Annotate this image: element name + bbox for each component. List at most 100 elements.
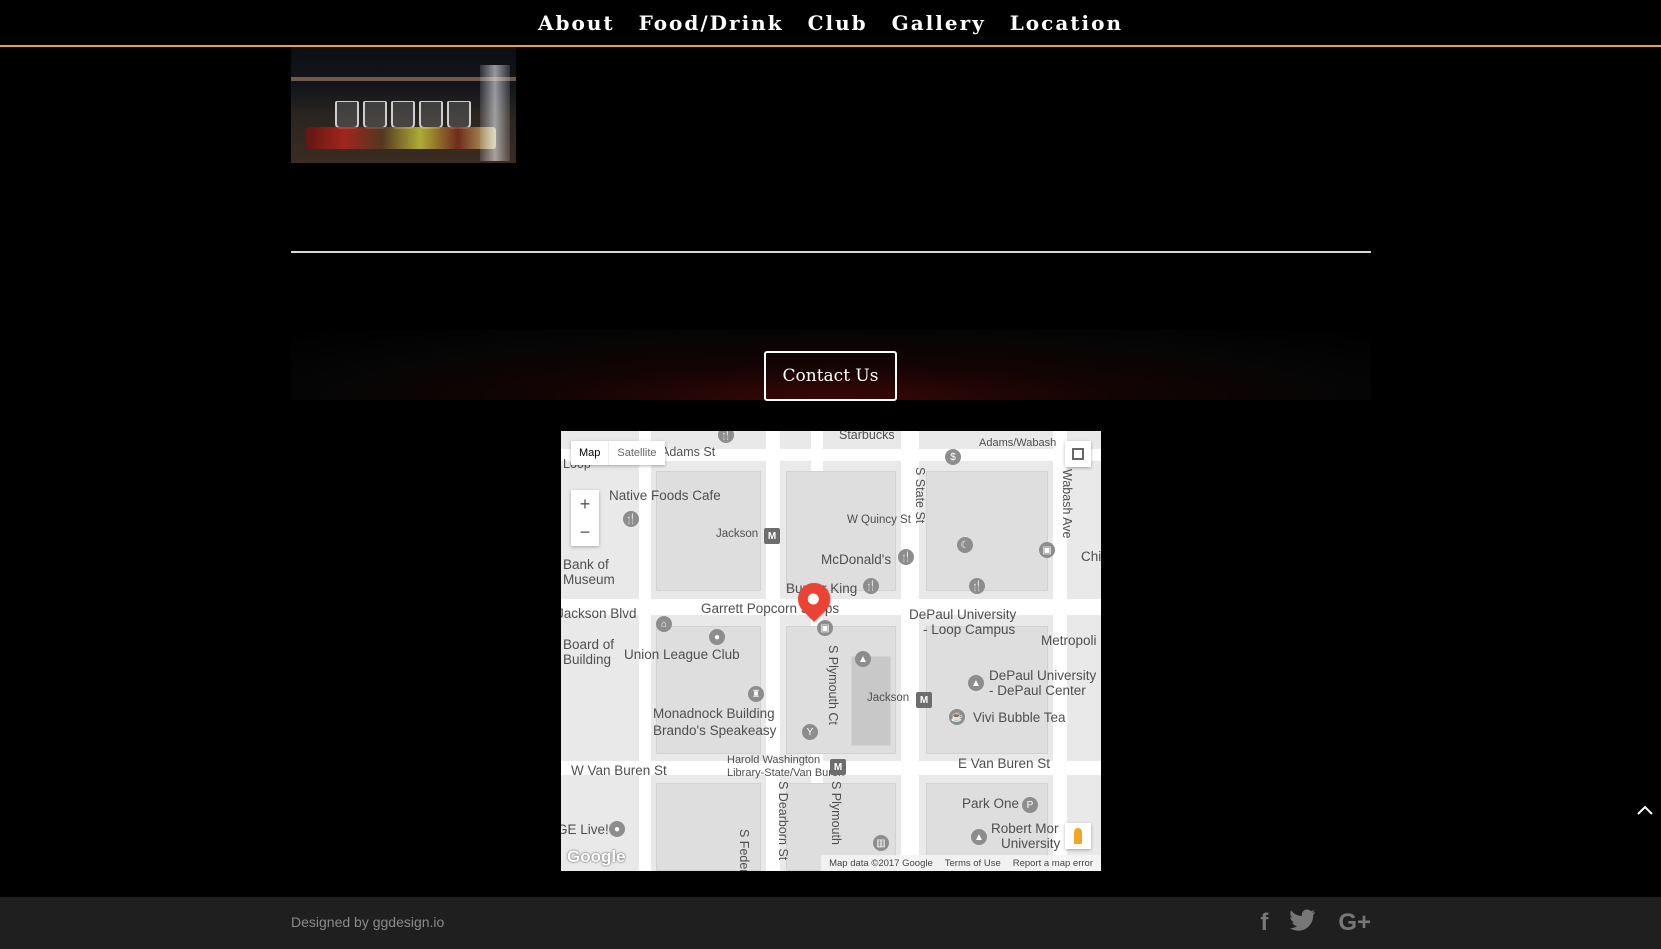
zoom-in-button[interactable]: + — [571, 490, 599, 518]
map-label: Chica — [1081, 549, 1101, 564]
zoom-control: + − — [571, 490, 599, 546]
map-label: Monadnock Building — [653, 706, 775, 721]
designer-link[interactable]: ggdesign.io — [373, 914, 445, 930]
metro-station-icon[interactable]: M — [764, 528, 780, 544]
map-label: Metropoli — [1041, 633, 1097, 648]
google-plus-icon[interactable]: G+ — [1338, 910, 1371, 936]
metro-station-icon[interactable]: M — [830, 759, 846, 775]
map-label: Bank of — [563, 557, 609, 572]
shopping-icon[interactable]: ▣ — [817, 620, 833, 636]
section-divider — [291, 251, 1371, 253]
map-label: E Van Buren St — [958, 756, 1051, 771]
place-icon[interactable]: ☾ — [957, 537, 973, 553]
map-attribution: Map data ©2017 Google Terms of Use Repor… — [821, 855, 1101, 871]
map-label: Museum — [563, 572, 615, 587]
map-label: DePaul University — [909, 607, 1017, 622]
shopping-icon[interactable]: ▣ — [1039, 542, 1055, 558]
scroll-to-top-button[interactable] — [1633, 798, 1657, 822]
map-block — [786, 471, 896, 591]
map-type-control: Map Satellite — [571, 441, 665, 465]
map-label: Native Foods Cafe — [609, 488, 721, 503]
metro-station-icon[interactable]: M — [916, 692, 932, 708]
photo-glass — [419, 101, 443, 129]
map-label: - DePaul Center — [989, 683, 1086, 698]
photo-glass — [447, 101, 471, 129]
map-label: Union League Club — [624, 647, 740, 662]
nav-about[interactable]: About — [538, 11, 615, 35]
parking-icon[interactable]: P — [1022, 797, 1038, 813]
photo-cup-stack — [480, 65, 510, 161]
nav-food-drink[interactable]: Food/Drink — [639, 11, 784, 35]
museum-icon[interactable]: ⌂ — [656, 616, 672, 632]
map-label: S Dearborn St — [776, 781, 790, 861]
school-icon[interactable]: ▲ — [968, 675, 984, 691]
pegman-icon — [1074, 828, 1082, 844]
restaurant-icon[interactable]: 🍴 — [623, 511, 639, 527]
map-type-map-button[interactable]: Map — [571, 441, 608, 465]
map-label: Brando's Speakeasy — [653, 723, 777, 738]
chevron-up-icon — [1637, 805, 1653, 815]
fullscreen-button[interactable] — [1065, 441, 1091, 467]
street-view-pegman[interactable] — [1065, 823, 1091, 849]
top-nav: About Food/Drink Club Gallery Location — [0, 0, 1661, 47]
photo-glass — [363, 101, 387, 129]
terms-of-use-link[interactable]: Terms of Use — [945, 858, 1001, 869]
page-footer: Designed by ggdesign.io f G+ — [0, 897, 1661, 949]
restaurant-icon[interactable]: 🍴 — [718, 431, 734, 443]
twitter-icon[interactable] — [1290, 909, 1316, 937]
photo-drink-tray — [306, 127, 496, 149]
gallery-bar-photo[interactable] — [291, 47, 516, 163]
fullscreen-icon — [1072, 448, 1084, 460]
footer-credit: Designed by ggdesign.io — [291, 914, 444, 930]
map-block — [926, 471, 1048, 591]
map-label: Vivi Bubble Tea — [973, 710, 1066, 725]
map-label: Jackson Blvd — [561, 606, 637, 621]
report-map-error-link[interactable]: Report a map error — [1013, 858, 1093, 869]
map-label: W Quincy St — [847, 514, 911, 526]
map-label: University — [1001, 836, 1061, 851]
map-label: - Loop Campus — [923, 622, 1016, 637]
school-icon[interactable]: ▲ — [971, 829, 987, 845]
map-label: Robert Mor — [991, 821, 1059, 836]
restaurant-icon[interactable]: 🍴 — [969, 578, 985, 594]
zoom-out-button[interactable]: − — [571, 518, 599, 546]
contact-us-button[interactable]: Contact Us — [764, 351, 897, 401]
map-label: Adams St — [661, 445, 716, 459]
bar-icon[interactable]: Y — [802, 724, 818, 740]
map-label: DePaul University — [989, 668, 1097, 683]
map-label: S Plymouth — [829, 781, 843, 845]
landmark-icon[interactable]: ♜ — [748, 686, 764, 702]
photo-glass — [391, 101, 415, 129]
map-label: Building — [563, 652, 612, 667]
restaurant-icon[interactable]: 🍴 — [898, 549, 914, 565]
location-map[interactable]: Adams St Loop Starbucks Adams/Wabash Nat… — [561, 431, 1101, 871]
map-type-satellite-button[interactable]: Satellite — [608, 441, 664, 465]
map-label: S Federal — [737, 829, 751, 871]
social-links: f G+ — [1260, 909, 1371, 937]
credit-prefix: Designed by — [291, 914, 373, 930]
map-label: Jackson — [716, 528, 759, 540]
cafe-icon[interactable]: ☕ — [949, 709, 965, 725]
map-label: W Van Buren St — [571, 763, 667, 778]
map-label: Board of — [563, 637, 615, 652]
library-icon[interactable]: ▥ — [873, 835, 889, 851]
map-label: Harold Washington — [727, 754, 821, 766]
map-label: Jackson — [867, 692, 910, 704]
bank-icon[interactable]: $ — [945, 449, 961, 465]
map-label: Library-State/Van Buren — [727, 767, 845, 779]
nav-gallery[interactable]: Gallery — [892, 11, 986, 35]
map-label: S Plymouth Ct — [826, 645, 840, 725]
map-label: Starbucks — [839, 431, 895, 442]
map-label: Adams/Wabash — [979, 437, 1057, 449]
map-data-text: Map data ©2017 Google — [829, 857, 933, 869]
school-icon[interactable]: ▲ — [855, 651, 871, 667]
map-label: Park One — [962, 796, 1020, 811]
map-label: Wabash Ave — [1060, 469, 1074, 539]
facebook-icon[interactable]: f — [1260, 910, 1268, 936]
nav-location[interactable]: Location — [1010, 11, 1123, 35]
photo-glass — [335, 101, 359, 129]
place-icon[interactable]: ● — [609, 821, 625, 837]
restaurant-icon[interactable]: 🍴 — [863, 578, 879, 594]
place-icon[interactable]: ● — [709, 629, 725, 645]
nav-club[interactable]: Club — [808, 11, 868, 35]
